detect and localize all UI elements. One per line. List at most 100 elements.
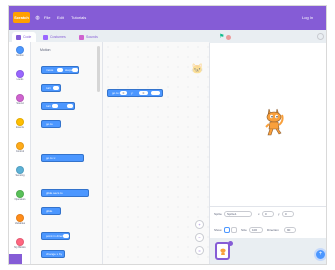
script-area[interactable]: go to x: 0 y: 0 🐱 + − = (103, 42, 209, 264)
looks-icon (16, 70, 24, 78)
my-blocks-icon (16, 238, 24, 246)
block-input[interactable] (151, 91, 160, 95)
block-label: go to (46, 122, 53, 126)
block-label: go to x: (46, 156, 56, 160)
block-glide-to[interactable]: glide secs to (41, 189, 89, 197)
cat-thumbnail-icon (220, 248, 226, 255)
category-label: Sensing (15, 174, 25, 177)
block-input[interactable] (67, 104, 73, 108)
y-input[interactable]: 0 (139, 91, 148, 95)
code-icon (16, 35, 21, 40)
category-events[interactable]: Events (12, 118, 28, 136)
add-sprite-button[interactable]: + (314, 248, 326, 261)
block-input[interactable] (63, 234, 69, 238)
sprite-label: Sprite (214, 212, 222, 216)
cat-sprite-icon[interactable] (263, 105, 285, 137)
events-icon (16, 118, 24, 126)
show-label: Show (214, 228, 222, 232)
costumes-icon (43, 35, 48, 40)
category-operators[interactable]: Operators (12, 190, 28, 208)
block-move-steps[interactable]: move steps (41, 66, 79, 74)
file-menu[interactable]: File (44, 15, 50, 20)
block-label: move (46, 68, 54, 72)
block-turn[interactable]: turn (41, 84, 61, 92)
category-looks[interactable]: Looks (12, 70, 28, 88)
category-label: Control (15, 150, 25, 153)
block-label: change x by (46, 252, 63, 256)
block-turn-degrees[interactable]: turn (41, 102, 75, 110)
size-label: Size (241, 228, 247, 232)
block-input[interactable] (52, 104, 58, 108)
globe-icon[interactable]: ◍ (34, 14, 41, 21)
direction-label: Direction (267, 228, 279, 232)
block-go-to[interactable]: go to (41, 120, 61, 128)
block-point-direction[interactable]: point in direction (41, 232, 70, 240)
category-sensing[interactable]: Sensing (12, 166, 28, 184)
category-label: Motion (16, 54, 24, 57)
direction-input[interactable]: 90 (284, 227, 296, 233)
sounds-icon (79, 35, 84, 40)
sprite-list: + (209, 238, 326, 264)
block-go-to-xy[interactable]: go to x: (41, 154, 84, 162)
category-label: Operators (14, 198, 26, 201)
block-change-x[interactable]: change x by (41, 250, 65, 258)
tab-sounds[interactable]: Sounds (75, 32, 105, 42)
block-label: glide (46, 209, 53, 213)
category-sound[interactable]: Sound (12, 94, 28, 112)
script-block-go-to-xy[interactable]: go to x: 0 y: 0 (107, 89, 163, 97)
category-label: Events (16, 126, 24, 129)
x-label: x (258, 212, 260, 216)
size-input[interactable]: 100 (249, 227, 263, 233)
tab-costumes[interactable]: Costumes (39, 32, 73, 42)
block-input[interactable] (57, 68, 63, 72)
tab-sounds-label: Sounds (86, 35, 98, 39)
x-input[interactable]: 0 (120, 91, 127, 95)
category-motion[interactable]: Motion (12, 46, 28, 64)
y-label: y (278, 212, 280, 216)
y-position-input[interactable]: 0 (282, 211, 294, 217)
control-icon (16, 142, 24, 150)
palette-scrollbar[interactable] (97, 46, 100, 92)
show-hidden-icon[interactable] (231, 227, 237, 233)
stage[interactable] (209, 43, 326, 206)
tab-costumes-label: Costumes (50, 35, 66, 39)
zoom-out-button[interactable]: − (195, 233, 204, 242)
motion-icon (16, 46, 24, 54)
add-extension-button[interactable] (9, 254, 22, 264)
block-label: glide secs to (46, 191, 63, 195)
scratch-window: Scratch ◍ File Edit Tutorials Log In Cod… (8, 5, 327, 265)
sprite-info-panel: Sprite Sprite1 x 0 y 0 Show Size 100 Dir… (209, 206, 326, 238)
edit-menu[interactable]: Edit (57, 15, 64, 20)
variables-icon (16, 214, 24, 222)
show-visible-icon[interactable] (224, 227, 230, 233)
sprite-watermark-icon: 🐱 (191, 64, 204, 75)
block-input[interactable] (72, 68, 78, 72)
block-label: turn (46, 104, 52, 108)
category-label: My Blocks (14, 246, 26, 249)
operators-icon (16, 190, 24, 198)
sound-icon (16, 94, 24, 102)
scratch-logo[interactable]: Scratch (13, 12, 30, 23)
category-variables[interactable]: Variables (12, 214, 28, 232)
green-flag-icon[interactable]: ⚑ (219, 34, 224, 40)
tutorials-menu[interactable]: Tutorials (71, 15, 86, 20)
tab-code[interactable]: Code (12, 32, 36, 42)
sensing-icon (16, 166, 24, 174)
stage-header: ⚑ (209, 30, 326, 43)
category-control[interactable]: Control (12, 142, 28, 160)
category-label: Variables (14, 222, 26, 225)
sprite-name-input[interactable]: Sprite1 (224, 211, 252, 217)
fullscreen-icon[interactable] (317, 33, 324, 40)
editor-tabs: Code Costumes Sounds (9, 30, 209, 42)
sprite-tile[interactable] (215, 241, 233, 260)
block-label: turn (46, 86, 52, 90)
block-palette: Motion move steps turn turn go to go to … (31, 42, 103, 264)
login-link[interactable]: Log In (302, 15, 313, 20)
block-input[interactable] (53, 86, 59, 90)
zoom-reset-button[interactable]: = (195, 246, 204, 255)
delete-sprite-icon[interactable] (228, 241, 233, 246)
stop-icon[interactable] (226, 35, 231, 40)
zoom-in-button[interactable]: + (195, 220, 204, 229)
block-glide[interactable]: glide (41, 207, 61, 215)
x-position-input[interactable]: 0 (262, 211, 274, 217)
